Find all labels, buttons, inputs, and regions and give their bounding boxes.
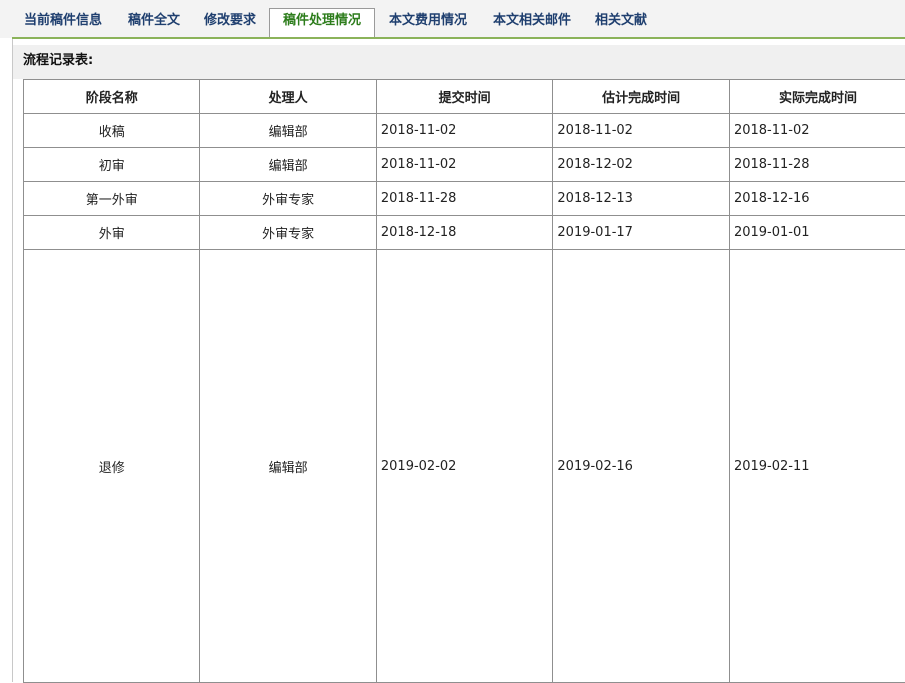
cell-submit-time: 2018-11-02 — [376, 148, 553, 182]
tab-related-literature[interactable]: 相关文献 — [584, 9, 658, 37]
cell-handler: 编辑部 — [200, 250, 376, 683]
cell-estimated-time: 2019-02-16 — [553, 250, 730, 683]
cell-handler: 外审专家 — [200, 182, 376, 216]
table-row: 初审 编辑部 2018-11-02 2018-12-02 2018-11-28 — [24, 148, 905, 182]
table-row: 收稿 编辑部 2018-11-02 2018-11-02 2018-11-02 — [24, 114, 905, 148]
cell-estimated-time: 2019-01-17 — [553, 216, 730, 250]
cell-actual-time: 2019-01-01 — [729, 216, 905, 250]
cell-actual-time: 2018-11-02 — [729, 114, 905, 148]
cell-stage: 收稿 — [24, 114, 200, 148]
cell-handler: 编辑部 — [200, 148, 376, 182]
cell-submit-time: 2018-11-28 — [376, 182, 553, 216]
table-header-row: 阶段名称 处理人 提交时间 估计完成时间 实际完成时间 — [24, 80, 905, 114]
cell-handler: 编辑部 — [200, 114, 376, 148]
header-submit-time: 提交时间 — [376, 80, 553, 114]
table-row: 外审 外审专家 2018-12-18 2019-01-17 2019-01-01 — [24, 216, 905, 250]
tab-processing-status[interactable]: 稿件处理情况 — [269, 8, 375, 38]
cell-estimated-time: 2018-12-02 — [553, 148, 730, 182]
cell-stage: 退修 — [24, 250, 200, 683]
header-stage-name: 阶段名称 — [24, 80, 200, 114]
cell-estimated-time: 2018-12-13 — [553, 182, 730, 216]
header-handler: 处理人 — [200, 80, 376, 114]
process-record-table: 阶段名称 处理人 提交时间 估计完成时间 实际完成时间 收稿 编辑部 2018-… — [23, 79, 905, 683]
cell-submit-time: 2018-11-02 — [376, 114, 553, 148]
cell-stage: 外审 — [24, 216, 200, 250]
tab-fee-status[interactable]: 本文费用情况 — [378, 9, 478, 37]
cell-handler: 外审专家 — [200, 216, 376, 250]
header-estimated-completion: 估计完成时间 — [553, 80, 730, 114]
tab-revision-requirements[interactable]: 修改要求 — [194, 9, 266, 37]
table-row: 第一外审 外审专家 2018-11-28 2018-12-13 2018-12-… — [24, 182, 905, 216]
cell-actual-time: 2019-02-11 — [729, 250, 905, 683]
cell-stage: 第一外审 — [24, 182, 200, 216]
tab-related-emails[interactable]: 本文相关邮件 — [482, 9, 582, 37]
table-row: 退修 编辑部 2019-02-02 2019-02-16 2019-02-11 — [24, 250, 905, 683]
cell-actual-time: 2018-12-16 — [729, 182, 905, 216]
tab-current-manuscript-info[interactable]: 当前稿件信息 — [12, 9, 114, 37]
cell-actual-time: 2018-11-28 — [729, 148, 905, 182]
cell-submit-time: 2018-12-18 — [376, 216, 553, 250]
cell-submit-time: 2019-02-02 — [376, 250, 553, 683]
tab-manuscript-fulltext[interactable]: 稿件全文 — [118, 9, 190, 37]
cell-estimated-time: 2018-11-02 — [553, 114, 730, 148]
header-actual-completion: 实际完成时间 — [729, 80, 905, 114]
tab-bar: 当前稿件信息 稿件全文 修改要求 稿件处理情况 本文费用情况 本文相关邮件 相关… — [0, 0, 905, 38]
section-title: 流程记录表: — [13, 45, 905, 79]
cell-stage: 初审 — [24, 148, 200, 182]
content-panel: 流程记录表: 阶段名称 处理人 提交时间 估计完成时间 实际完成时间 收稿 编辑… — [12, 39, 905, 682]
